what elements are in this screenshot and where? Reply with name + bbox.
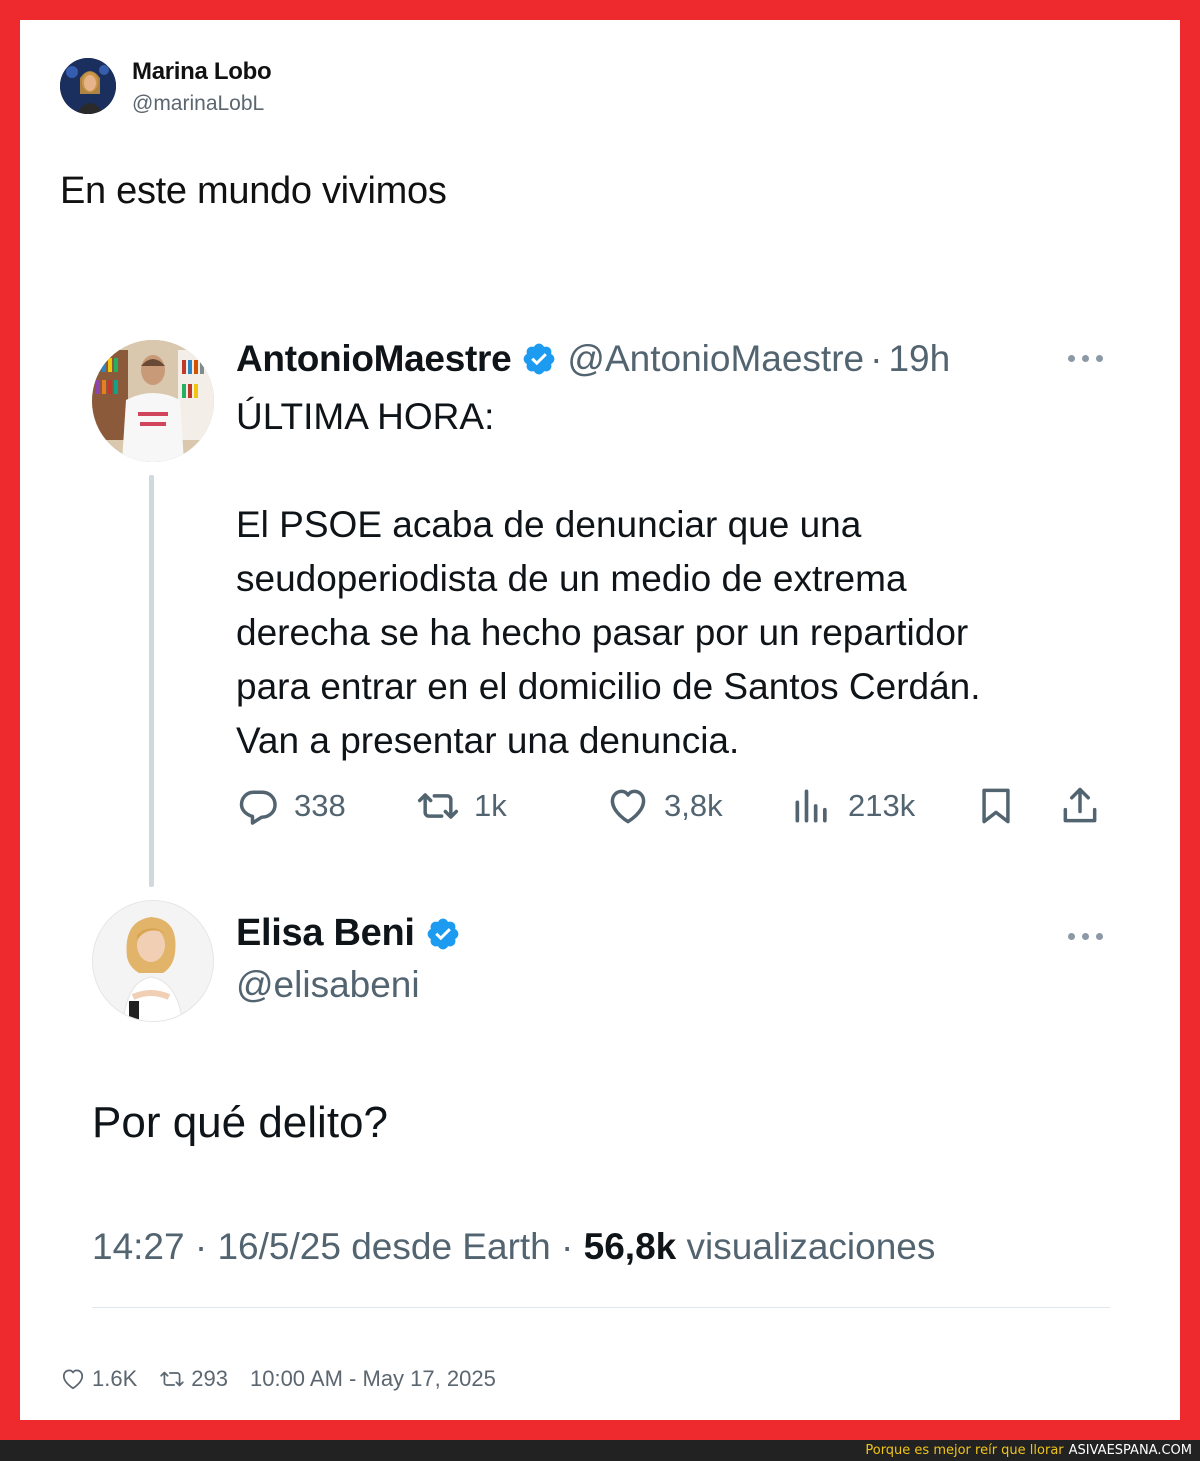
site-footer: Porque es mejor reír que llorar ASIVAESP… — [0, 1440, 1200, 1461]
like-button[interactable]: 3,8k — [606, 780, 723, 832]
outer-tweet-stats: 1.6K 293 10:00 AM - May 17, 2025 — [60, 1366, 496, 1392]
divider — [92, 1307, 1110, 1308]
tweet-actions: 338 1k 3,8k 213k — [236, 780, 1116, 832]
reply-icon — [239, 790, 277, 825]
reply-count: 338 — [294, 788, 346, 823]
retweet-button[interactable]: 293 — [159, 1366, 228, 1392]
views-count: 56,8k — [583, 1226, 677, 1267]
share-button[interactable] — [1058, 780, 1116, 832]
tweet-line: El PSOE acaba de denunciar que una — [236, 504, 862, 545]
footer-site-link[interactable]: ASIVAESPANA.COM — [1069, 1443, 1192, 1458]
author-name[interactable]: Marina Lobo — [132, 58, 272, 86]
bookmark-button[interactable] — [974, 780, 1032, 832]
share-icon — [1063, 787, 1097, 823]
tweet-header: AntonioMaestre @AntonioMaestre · 19h — [236, 334, 950, 384]
author-handle[interactable]: @AntonioMaestre — [567, 338, 864, 380]
separator-dot: · — [870, 338, 883, 379]
retweet-count: 1k — [474, 788, 507, 823]
tweet-line: seudoperiodista de un medio de extrema — [236, 558, 907, 599]
retweet-icon — [417, 793, 459, 819]
reply-button[interactable]: 338 — [236, 780, 346, 832]
avatar-antonio-maestre[interactable] — [92, 340, 214, 462]
verified-badge-icon — [524, 343, 555, 375]
footer-slogan: Porque es mejor reír que llorar — [865, 1443, 1064, 1458]
tweet-time[interactable]: 19h — [888, 338, 950, 380]
tweet-text: En este mundo vivimos — [60, 170, 447, 212]
author-handle[interactable]: @elisabeni — [236, 964, 420, 1006]
tweet-text: Por qué delito? — [92, 1098, 388, 1147]
retweet-button[interactable]: 1k — [416, 780, 507, 832]
like-count: 1.6K — [92, 1366, 138, 1391]
author-row: Elisa Beni — [236, 912, 471, 955]
tweet-line: ÚLTIMA HORA: — [236, 396, 495, 437]
heart-icon — [610, 789, 646, 824]
avatar-image — [93, 901, 213, 1021]
tweet-meta: 14:27 · 16/5/25 desde Earth · 56,8k visu… — [92, 1226, 935, 1268]
separator-dot: · — [561, 1226, 574, 1267]
analytics-icon — [795, 789, 827, 823]
author-name[interactable]: AntonioMaestre — [236, 338, 512, 380]
separator-dot: · — [194, 1226, 208, 1267]
more-options-icon[interactable] — [1066, 352, 1106, 364]
tweet-line: Van a presentar una denuncia. — [236, 720, 740, 761]
avatar[interactable] — [60, 58, 116, 114]
author-handle[interactable]: @marinaLobL — [132, 92, 264, 116]
avatar-image — [92, 340, 214, 462]
avatar-elisa-beni[interactable] — [92, 900, 214, 1022]
more-options-icon[interactable] — [1066, 930, 1106, 942]
tweet-timestamp: 10:00 AM - May 17, 2025 — [249, 1366, 496, 1391]
author-name[interactable]: Elisa Beni — [236, 912, 415, 955]
tweet-time[interactable]: 14:27 — [92, 1226, 185, 1267]
like-button[interactable]: 1.6K — [60, 1366, 137, 1392]
thread-line — [149, 475, 154, 887]
tweet-date[interactable]: 16/5/25 — [217, 1226, 340, 1267]
retweet-icon — [160, 1371, 184, 1387]
views-count: 213k — [848, 788, 916, 823]
bookmark-icon — [982, 788, 1010, 824]
tweet-line: para entrar en el domicilio de Santos Ce… — [236, 666, 981, 707]
tweet-source: desde Earth — [351, 1226, 551, 1267]
like-count: 3,8k — [664, 788, 723, 823]
tweet-line: derecha se ha hecho pasar por un reparti… — [236, 612, 969, 653]
tweet-body: ÚLTIMA HORA: El PSOE acaba de denunciar … — [236, 390, 1116, 768]
views-button[interactable]: 213k — [790, 780, 915, 832]
retweet-count: 293 — [191, 1366, 228, 1391]
verified-badge-icon — [427, 918, 459, 949]
views-label: visualizaciones — [686, 1226, 936, 1267]
avatar-image — [60, 58, 116, 114]
heart-icon — [62, 1369, 84, 1390]
